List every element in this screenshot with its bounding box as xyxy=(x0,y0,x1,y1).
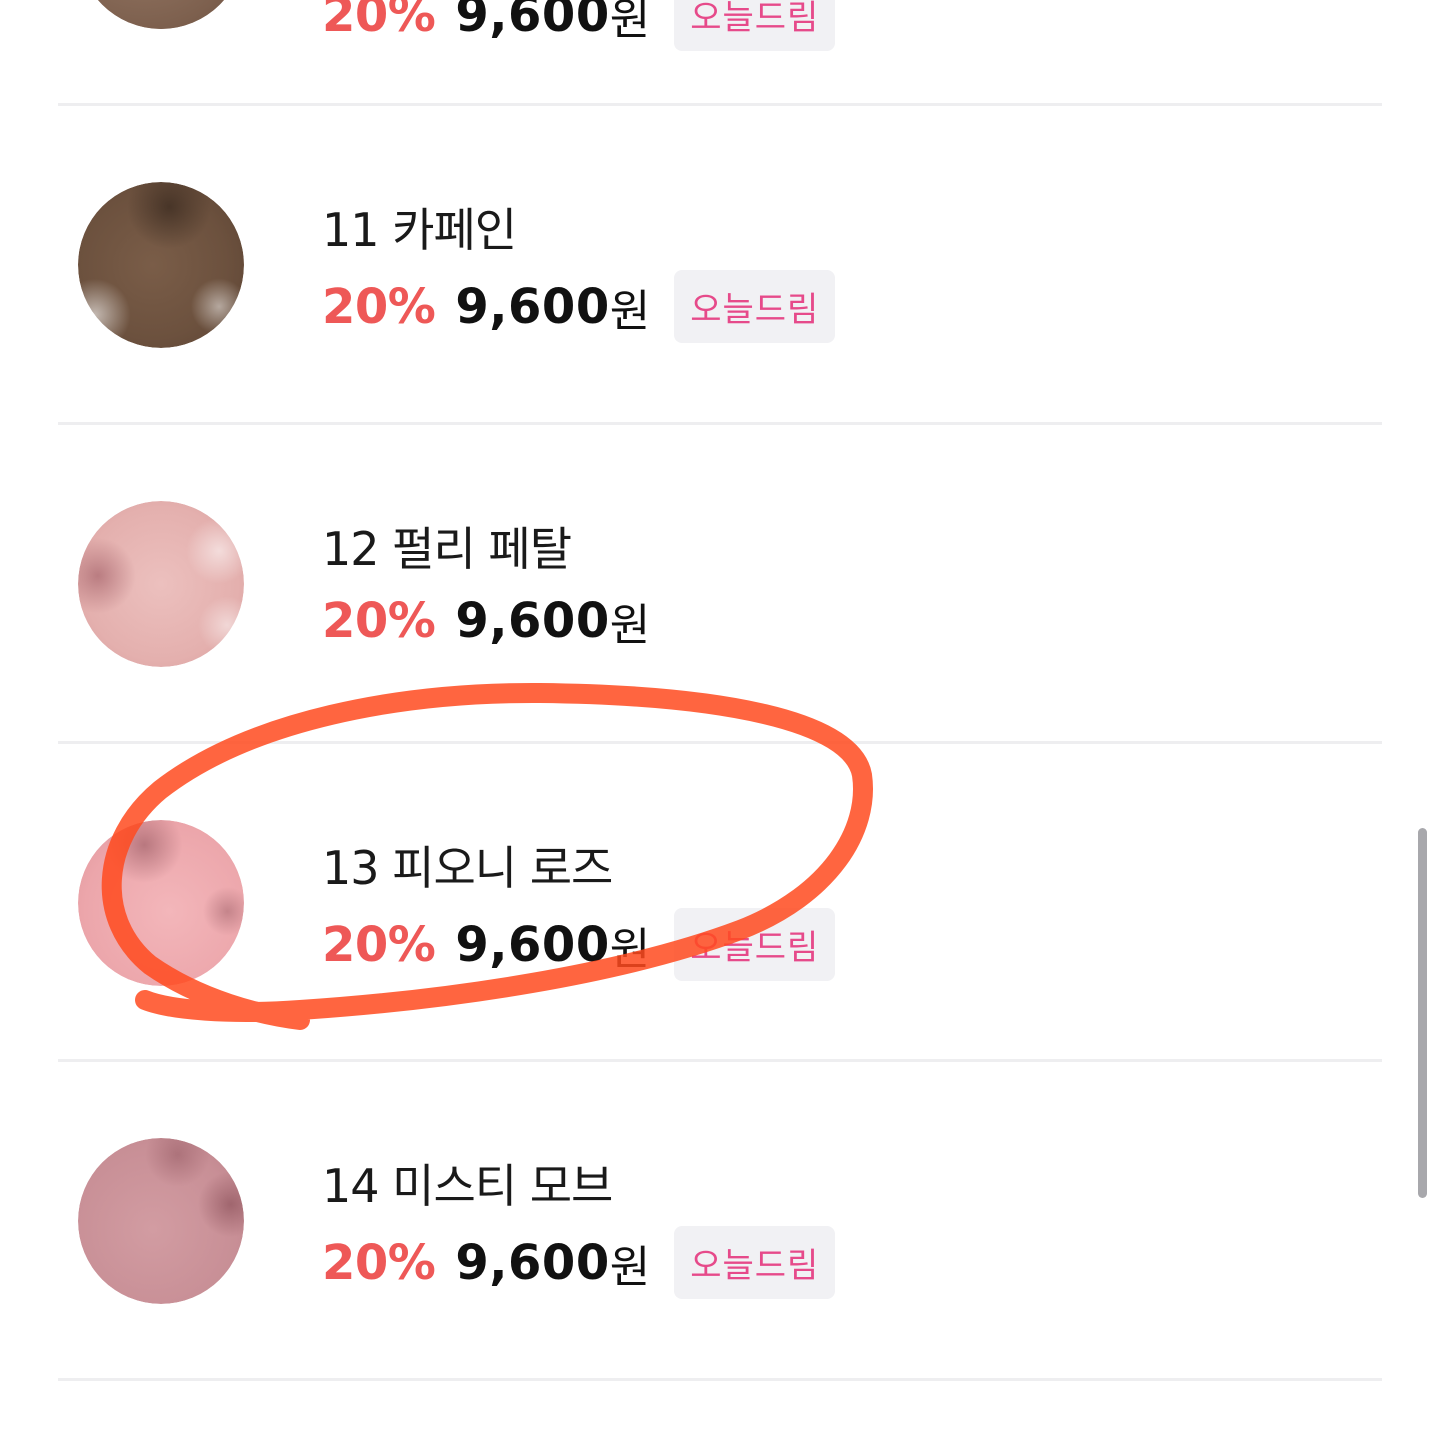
currency-label: 원 xyxy=(609,0,651,45)
product-swatch xyxy=(78,1138,244,1304)
product-name[interactable]: 14 미스티 모브 xyxy=(322,1150,613,1216)
currency-label: 원 xyxy=(609,600,651,651)
today-dream-badge: 오늘드림 xyxy=(674,270,836,343)
price-row: 20% 9,600 원 오늘드림 xyxy=(322,908,836,981)
discount-rate: 20% xyxy=(322,278,436,335)
price-value: 9,600 xyxy=(455,916,610,973)
price-row: 20% 9,600 원 오늘드림 xyxy=(322,0,836,51)
product-name[interactable]: 11 카페인 xyxy=(322,194,517,260)
product-name[interactable]: 12 펄리 페탈 xyxy=(322,513,572,579)
price-value: 9,600 xyxy=(455,278,610,335)
product-item-14[interactable]: 14 미스티 모브 20% 9,600 원 오늘드림 xyxy=(0,1062,1440,1304)
product-name[interactable]: 13 피오니 로즈 xyxy=(322,832,613,898)
vertical-scrollbar[interactable] xyxy=(1418,828,1427,1198)
product-swatch xyxy=(78,820,244,986)
currency-label: 원 xyxy=(609,923,651,975)
product-item-11[interactable]: 11 카페인 20% 9,600 원 오늘드림 xyxy=(0,106,1440,348)
today-dream-badge: 오늘드림 xyxy=(674,1226,836,1299)
product-item-12[interactable]: 12 펄리 페탈 20% 9,600 원 xyxy=(0,425,1440,667)
price-value: 9,600 xyxy=(455,593,610,649)
product-item-13[interactable]: 13 피오니 로즈 20% 9,600 원 오늘드림 xyxy=(0,744,1440,986)
today-dream-badge: 오늘드림 xyxy=(674,0,836,51)
currency-label: 원 xyxy=(609,1241,651,1293)
discount-rate: 20% xyxy=(322,0,436,43)
product-swatch xyxy=(78,182,244,348)
price-row: 20% 9,600 원 xyxy=(322,589,650,653)
currency-label: 원 xyxy=(609,285,651,337)
price-row: 20% 9,600 원 오늘드림 xyxy=(322,1226,836,1299)
discount-rate: 20% xyxy=(322,1234,436,1291)
price-row: 20% 9,600 원 오늘드림 xyxy=(322,270,836,343)
discount-rate: 20% xyxy=(322,916,436,973)
product-swatch xyxy=(78,501,244,667)
price-value: 9,600 xyxy=(455,0,610,43)
row-divider xyxy=(58,1378,1382,1381)
today-dream-badge: 오늘드림 xyxy=(674,908,836,981)
price-value: 9,600 xyxy=(455,1234,610,1291)
product-swatch xyxy=(78,0,244,29)
discount-rate: 20% xyxy=(322,593,436,649)
